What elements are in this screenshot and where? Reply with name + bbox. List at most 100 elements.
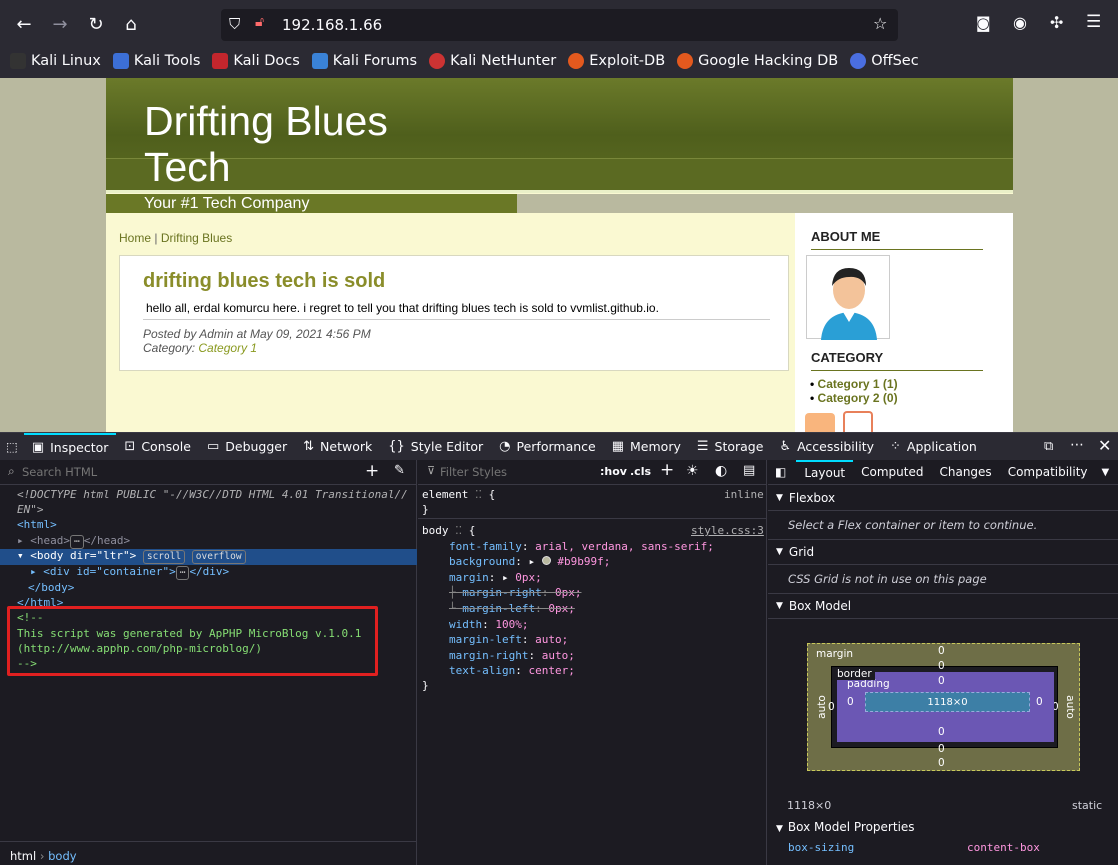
decl-font-family[interactable]: font-family: arial, verdana, sans-serif;	[449, 540, 714, 553]
tab-accessibility[interactable]: ♿︎ Accessibility	[771, 433, 882, 461]
bookmark-kali-nethunter[interactable]: Kali NetHunter	[429, 53, 556, 69]
crumb-html[interactable]: html	[10, 849, 36, 863]
bookmark-offsec[interactable]: OffSec	[850, 53, 919, 69]
filter-styles-input[interactable]	[440, 463, 590, 481]
flexbox-section-header[interactable]: ▼ Flexbox	[768, 485, 1118, 511]
reload-icon[interactable]: ↻	[81, 9, 111, 39]
insecure-lock-icon[interactable]: 🔓︎	[255, 14, 264, 30]
back-icon[interactable]: ←	[9, 9, 39, 39]
close-devtools-icon[interactable]: ✕	[1098, 436, 1111, 455]
sidebar-category-2[interactable]: • Category 2 (0)	[810, 391, 898, 405]
tab-inspector[interactable]: ▣ Inspector	[23, 432, 117, 461]
extensions-icon[interactable]: ✣	[1050, 13, 1063, 32]
bookmark-kali-linux[interactable]: Kali Linux	[10, 53, 101, 69]
toggle-pane-icon[interactable]: ◧	[775, 465, 786, 479]
grid-section-header[interactable]: ▼ Grid	[768, 539, 1118, 565]
border-top-value[interactable]: 0	[938, 660, 945, 672]
head-node[interactable]: ▸ <head> ⋯ </head>	[17, 534, 130, 549]
light-mode-icon[interactable]: ☀	[686, 463, 699, 479]
add-node-icon[interactable]: +	[365, 461, 379, 481]
tab-application[interactable]: ⁘ Application	[882, 433, 985, 461]
tab-style-editor[interactable]: {} Style Editor	[380, 433, 491, 461]
padding-left-value[interactable]: 0	[847, 696, 854, 708]
decl-text-align[interactable]: text-align: center;	[449, 664, 575, 677]
tab-performance[interactable]: ◔ Performance	[491, 433, 604, 461]
star-icon[interactable]: ☆	[873, 14, 887, 33]
post-title[interactable]: drifting blues tech is sold	[143, 270, 385, 293]
boxmodel-properties-header[interactable]: ▼ Box Model Properties	[776, 820, 915, 834]
site-title[interactable]: Drifting Blues Tech	[144, 98, 434, 190]
search-icon: ⌕	[8, 464, 15, 478]
mail-icon[interactable]	[843, 411, 873, 432]
margin-left-value[interactable]: auto	[816, 695, 828, 719]
class-toggle[interactable]: .cls	[630, 465, 651, 478]
breadcrumb-current[interactable]: Drifting Blues	[161, 231, 232, 245]
padding-right-value[interactable]: 0	[1036, 696, 1043, 708]
bookmark-exploit-db[interactable]: Exploit-DB	[568, 53, 665, 69]
body-close-node[interactable]: </body>	[28, 581, 74, 594]
tab-storage[interactable]: ☰ Storage	[689, 433, 772, 461]
search-html-input[interactable]	[22, 463, 342, 481]
tab-console[interactable]: ⊡ Console	[116, 433, 199, 461]
border-left-value[interactable]: 0	[828, 701, 835, 713]
add-rule-icon[interactable]: +	[660, 460, 674, 480]
margin-bottom-value[interactable]: 0	[938, 757, 945, 769]
boxmodel-section-header[interactable]: ▼ Box Model	[768, 593, 1118, 619]
tab-network[interactable]: ⇅ Network	[295, 433, 380, 461]
print-media-icon[interactable]: ▤	[743, 463, 755, 478]
tab-compatibility[interactable]: Compatibility	[1000, 465, 1096, 479]
account-icon[interactable]: ◉	[1013, 13, 1027, 32]
padding-bottom-value[interactable]: 0	[938, 726, 945, 738]
margin-right-value[interactable]: auto	[1064, 695, 1076, 719]
pick-element-icon[interactable]: ⬚	[0, 433, 24, 461]
margin-top-value[interactable]: 0	[938, 645, 945, 657]
crumb-body[interactable]: body	[48, 849, 76, 863]
menu-icon[interactable]: ☰	[1086, 12, 1101, 32]
decl-background[interactable]: background: ▸ #b9b99f;	[449, 555, 610, 568]
url-text[interactable]: 192.168.1.66	[282, 16, 382, 34]
bookmark-kali-forums[interactable]: Kali Forums	[311, 53, 417, 69]
tab-computed[interactable]: Computed	[853, 465, 931, 479]
url-bar[interactable]: ⛉ 🔓︎ 192.168.1.66 ☆	[221, 9, 898, 41]
dock-icon[interactable]: ⧉	[1044, 439, 1053, 454]
decl-width[interactable]: width: 100%;	[449, 618, 529, 631]
container-div-node[interactable]: ▸ <div id="container"> ⋯ </div>	[30, 565, 229, 580]
forward-icon[interactable]: →	[45, 9, 75, 39]
decl-margin-left[interactable]: margin-left: auto;	[449, 633, 568, 646]
box-model-diagram[interactable]: margin 0 0 auto auto border 0 0 0 0 padd…	[807, 643, 1080, 771]
tab-changes[interactable]: Changes	[931, 465, 999, 479]
dark-mode-icon[interactable]: ◐	[715, 463, 727, 479]
html-node[interactable]: <html>	[17, 518, 57, 531]
post-category-link[interactable]: Category 1	[198, 341, 257, 355]
more-options-icon[interactable]: ⋯	[1070, 437, 1084, 453]
doctype-line[interactable]: <!DOCTYPE html PUBLIC "-//W3C//DTD HTML …	[17, 488, 408, 501]
rss-icon[interactable]	[805, 413, 835, 432]
tab-layout[interactable]: Layout	[796, 459, 854, 485]
decl-margin[interactable]: margin: ▸ 0px;	[449, 571, 542, 584]
bookmark-kali-tools[interactable]: Kali Tools	[112, 53, 200, 69]
body-rule-selector[interactable]: body ⁚⁚ {	[422, 524, 475, 537]
bookmark-kali-docs[interactable]: Kali Docs	[212, 53, 300, 69]
decl-margin-right[interactable]: margin-right: auto;	[449, 649, 575, 662]
doctype-line-2[interactable]: EN">	[17, 503, 44, 516]
sidebar: ABOUT ME CATEGORY • Category 1 (1) • Cat…	[795, 213, 1013, 432]
bookmark-google-hacking-db[interactable]: Google Hacking DB	[677, 53, 838, 69]
body-node-selected[interactable]: ▾ <body dir="ltr"> scroll overflow	[0, 549, 417, 565]
decl-margin-left-overridden[interactable]: └ margin-left: 0px;	[449, 602, 575, 615]
pocket-icon[interactable]: ◙	[976, 14, 991, 32]
sidebar-category-1[interactable]: • Category 1 (1)	[810, 377, 898, 391]
breadcrumb-home[interactable]: Home	[119, 231, 151, 245]
eyedropper-icon[interactable]: ✎	[394, 463, 405, 478]
padding-top-value[interactable]: 0	[938, 675, 945, 687]
decl-margin-right-overridden[interactable]: ├ margin-right: 0px;	[449, 586, 581, 599]
hover-state-toggle[interactable]: :hov	[600, 465, 627, 478]
element-rule-selector[interactable]: element ⁚⁚ {	[422, 488, 495, 501]
body-rule-source-link[interactable]: style.css:3	[691, 524, 764, 537]
tab-debugger[interactable]: ▭ Debugger	[199, 433, 295, 461]
color-swatch[interactable]	[541, 556, 551, 565]
tabs-overflow-icon[interactable]: ▼	[1096, 467, 1116, 478]
home-icon[interactable]: ⌂	[116, 9, 146, 39]
border-bottom-value[interactable]: 0	[938, 743, 945, 755]
box-model-content[interactable]: 1118×0	[865, 692, 1030, 712]
tab-memory[interactable]: ▦ Memory	[604, 433, 689, 461]
